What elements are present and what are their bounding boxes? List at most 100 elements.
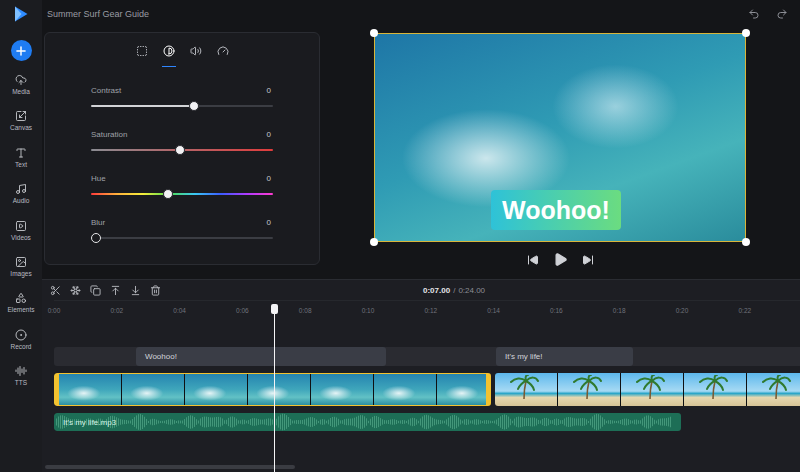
ruler-label: 0:10 [362, 307, 375, 314]
ruler-label: 0:16 [550, 307, 563, 314]
preview-area: Woohoo! [320, 28, 800, 279]
slider-value[interactable]: 0 [267, 173, 273, 184]
palm-icon [572, 375, 602, 399]
tool-button[interactable] [90, 285, 101, 296]
slider-track[interactable] [91, 149, 273, 151]
ruler-label: 0:08 [299, 307, 312, 314]
panel-tab[interactable] [216, 43, 230, 67]
preview-canvas[interactable]: Woohoo! [374, 33, 746, 242]
text-clip[interactable]: Woohoo! [136, 347, 386, 366]
video-thumbnail [684, 373, 746, 406]
sidebar-item[interactable]: Canvas [0, 110, 42, 146]
add-button[interactable] [11, 40, 32, 61]
sidebar-item[interactable]: TTS [0, 365, 42, 401]
sidebar-item[interactable]: Videos [0, 220, 42, 256]
resize-handle[interactable] [370, 29, 378, 37]
history-actions [748, 8, 788, 20]
slider-value[interactable]: 0 [267, 85, 273, 96]
text-icon [15, 147, 27, 159]
sidebar-item[interactable]: Images [0, 256, 42, 292]
freeze-icon [70, 285, 81, 296]
play-button[interactable] [553, 252, 568, 267]
slider-head: Blur0 [91, 217, 273, 228]
undo-icon[interactable] [748, 8, 760, 20]
project-title[interactable]: Summer Surf Gear Guide [47, 9, 149, 19]
sidebar-item[interactable]: Media [0, 74, 42, 110]
ruler-label: 0:12 [424, 307, 437, 314]
resize-handle[interactable] [370, 238, 378, 246]
palm-icon [635, 375, 665, 399]
time-ruler[interactable]: 0:000:020:040:060:080:100:120:140:160:18… [54, 300, 800, 327]
sidebar-item[interactable]: Record [0, 329, 42, 365]
skip-back-icon [527, 254, 539, 266]
video-thumbnail [311, 374, 373, 405]
sidebar-label: Canvas [10, 123, 32, 132]
slider-knob[interactable] [163, 189, 173, 199]
slider-track[interactable] [91, 105, 273, 107]
player-controls [527, 252, 594, 267]
panel-tab[interactable] [135, 43, 149, 67]
canvas-icon [15, 110, 27, 122]
tool-button[interactable] [110, 285, 121, 296]
color-icon [163, 45, 175, 57]
resize-handle[interactable] [742, 29, 750, 37]
slider-track[interactable] [91, 237, 273, 239]
panel-tabs [45, 33, 319, 71]
waveform-icon [54, 413, 681, 431]
caption-overlay[interactable]: Woohoo! [491, 190, 621, 230]
video-track [54, 373, 800, 406]
videos-icon [15, 220, 27, 232]
tool-button[interactable] [70, 285, 81, 296]
sidebar-item[interactable]: Text [0, 147, 42, 183]
sidebar-label: Record [11, 342, 32, 351]
slider-knob[interactable] [91, 233, 101, 243]
slider-track[interactable] [91, 193, 273, 195]
ruler-label: 0:14 [487, 307, 500, 314]
resize-handle[interactable] [742, 238, 750, 246]
workspace: Contrast0Saturation0Hue0Blur0Woohoo! [42, 28, 800, 279]
tool-button[interactable] [130, 285, 141, 296]
play-icon [553, 252, 568, 267]
video-thumbnail [621, 373, 683, 406]
video-clip[interactable] [495, 373, 800, 406]
slider-head: Contrast0 [91, 85, 273, 96]
move-down-icon [130, 285, 141, 296]
video-thumbnail [59, 374, 121, 405]
video-thumbnail [374, 374, 436, 405]
video-clip[interactable] [54, 373, 491, 406]
slider-knob[interactable] [175, 145, 185, 155]
video-thumbnail [558, 373, 620, 406]
playhead-grip[interactable] [271, 304, 278, 314]
tool-button[interactable] [150, 285, 161, 296]
next-button[interactable] [582, 254, 594, 266]
media-icon [15, 74, 27, 86]
sidebar-item[interactable]: Elements [0, 292, 42, 328]
sidebar-item[interactable]: Audio [0, 183, 42, 219]
slider-row: Hue0 [91, 173, 273, 217]
text-clip[interactable]: It's my life! [496, 347, 633, 366]
video-thumbnail [747, 373, 800, 406]
sidebar-label: Audio [13, 196, 30, 205]
record-icon [15, 329, 27, 341]
previous-button[interactable] [527, 254, 539, 266]
tool-button[interactable] [50, 285, 61, 296]
slider-list: Contrast0Saturation0Hue0Blur0 [45, 71, 319, 261]
slider-knob[interactable] [189, 101, 199, 111]
logo-icon[interactable] [12, 5, 30, 23]
redo-icon[interactable] [776, 8, 788, 20]
sidebar-label: Videos [11, 233, 31, 242]
slider-value[interactable]: 0 [267, 129, 273, 140]
slider-label: Saturation [91, 129, 127, 140]
timeline-scrollbar[interactable] [45, 465, 295, 469]
slider-value[interactable]: 0 [267, 217, 273, 228]
panel-tab[interactable] [189, 43, 203, 67]
playhead[interactable] [274, 305, 275, 472]
slider-row: Saturation 0 [91, 129, 273, 173]
audio-clip[interactable]: It's my life.mp3 [54, 413, 681, 431]
move-up-icon [110, 285, 121, 296]
panel-tab[interactable] [162, 43, 176, 67]
time-separator: / [453, 286, 455, 295]
timeline-toolbar: 0:07.00/0:24.00 [42, 280, 800, 300]
palm-icon [509, 375, 539, 399]
timeline: 0:07.00/0:24.000:000:020:040:060:080:100… [42, 279, 800, 472]
